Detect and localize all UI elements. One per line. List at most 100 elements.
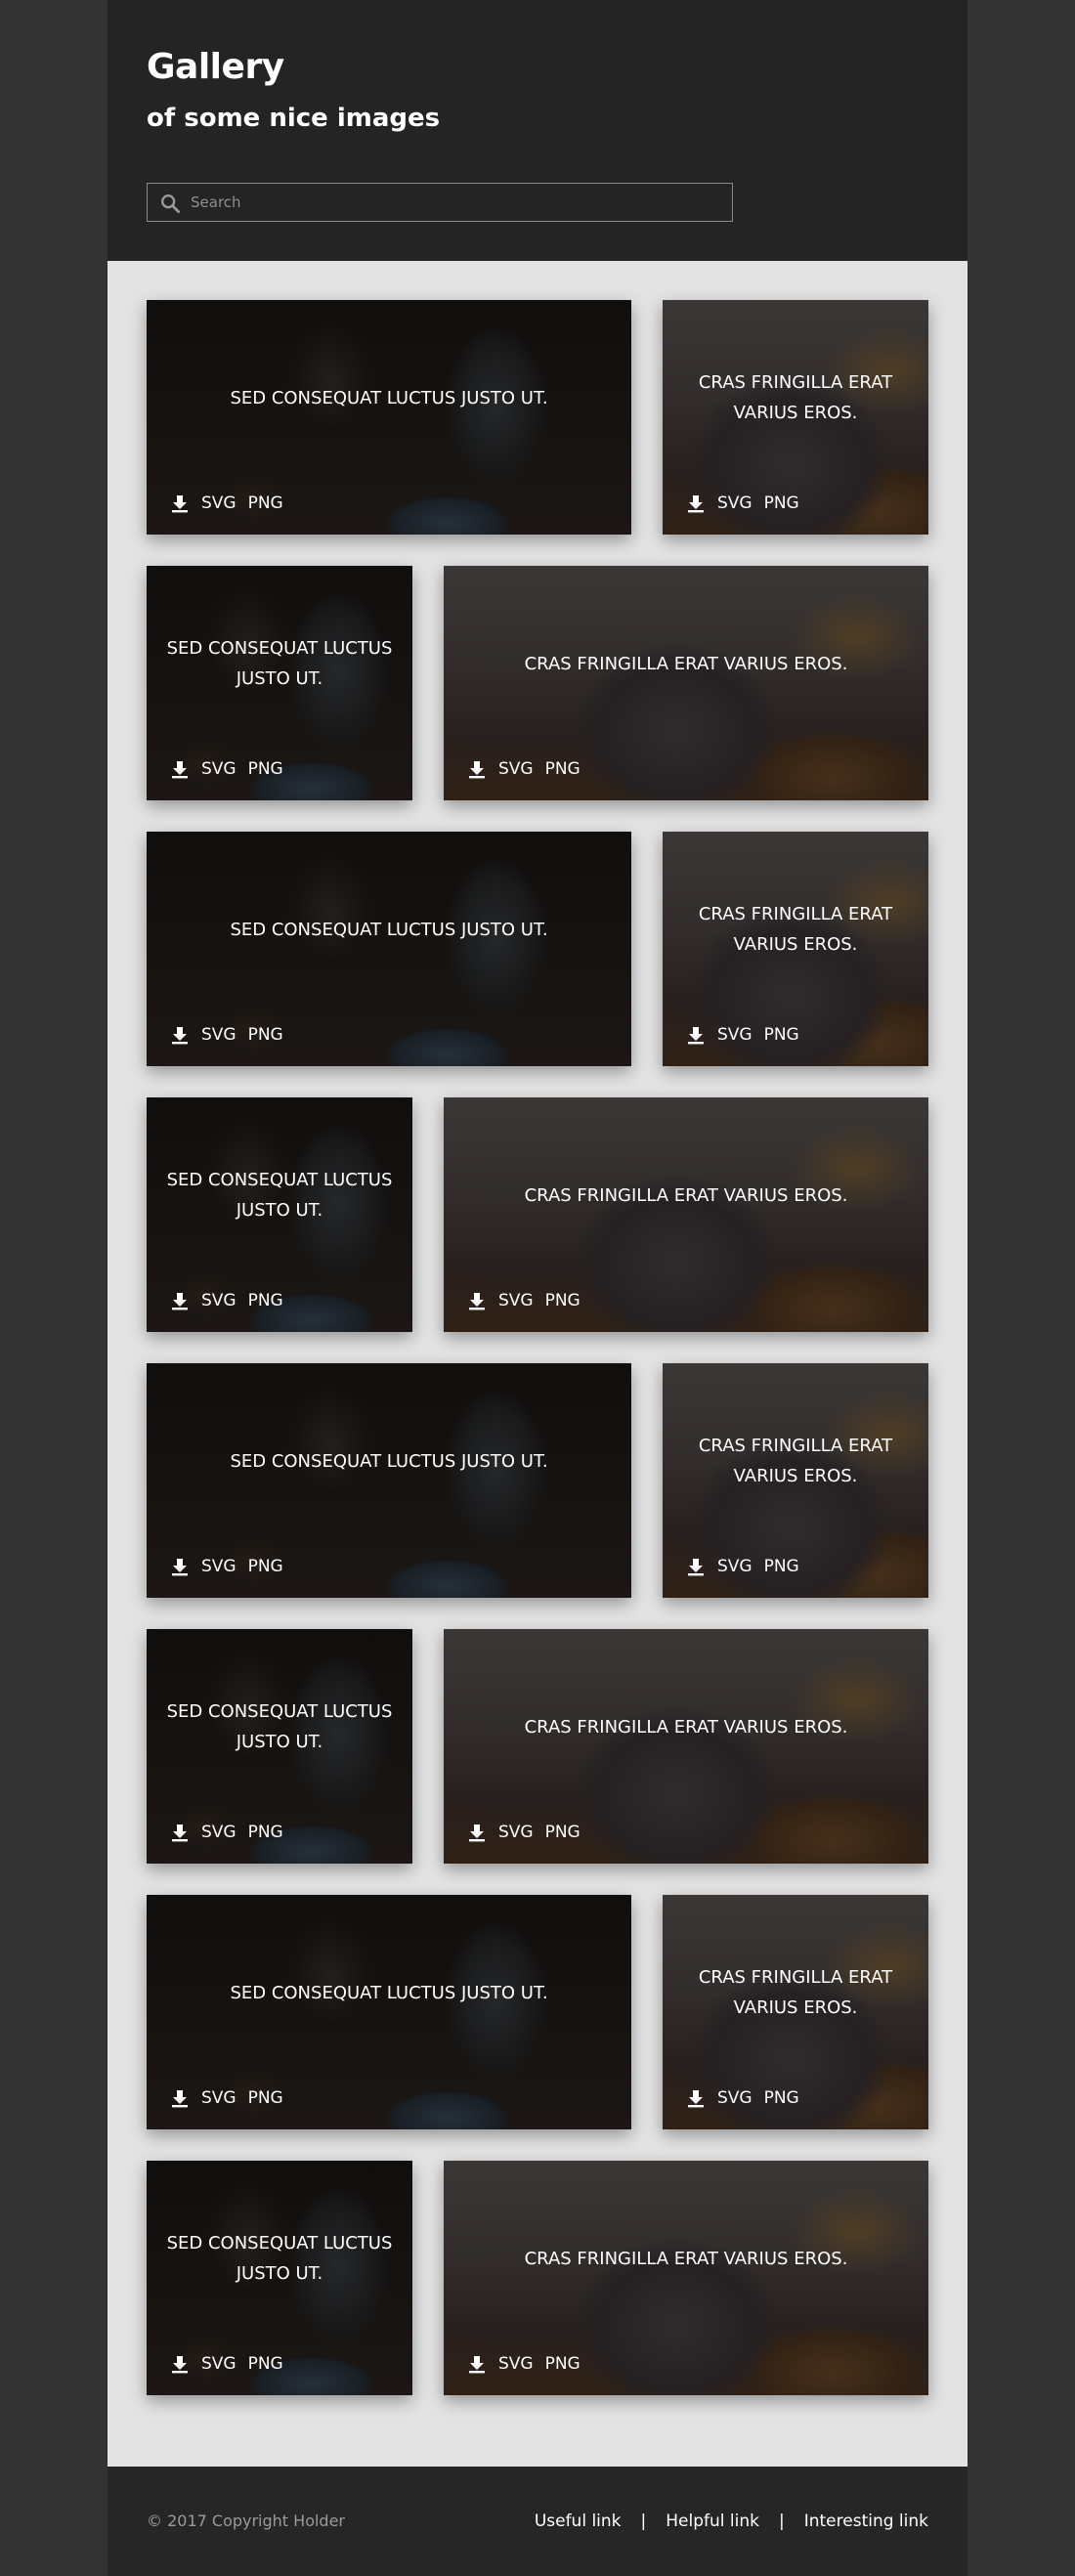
gallery-card[interactable]: CRAS FRINGILLA ERAT VARIUS EROS. SVG PNG	[444, 566, 928, 800]
download-options: SVG PNG	[170, 1025, 283, 1045]
footer-links: Useful link | Helpful link | Interesting…	[535, 2512, 928, 2531]
download-options: SVG PNG	[170, 494, 283, 513]
card-caption: SED CONSEQUAT LUCTUS JUSTO UT.	[166, 638, 393, 689]
search-box[interactable]	[147, 183, 733, 222]
card-caption: CRAS FRINGILLA ERAT VARIUS EROS.	[698, 372, 893, 423]
footer-separator: |	[640, 2512, 647, 2531]
download-svg-link[interactable]: SVG	[201, 759, 236, 779]
download-icon[interactable]	[170, 2088, 190, 2108]
download-svg-link[interactable]: SVG	[498, 1823, 534, 1842]
download-png-link[interactable]: PNG	[545, 1291, 580, 1310]
download-png-link[interactable]: PNG	[248, 1291, 283, 1310]
gallery-card[interactable]: SED CONSEQUAT LUCTUS JUSTO UT. SVG PNG	[147, 1363, 631, 1598]
download-svg-link[interactable]: SVG	[201, 1557, 236, 1576]
download-icon[interactable]	[686, 494, 706, 513]
download-svg-link[interactable]: SVG	[498, 759, 534, 779]
page-subtitle: of some nice images	[147, 104, 441, 133]
download-png-link[interactable]: PNG	[545, 759, 580, 779]
gallery-card[interactable]: CRAS FRINGILLA ERAT VARIUS EROS. SVG PNG	[663, 300, 928, 535]
download-svg-link[interactable]: SVG	[201, 2354, 236, 2374]
download-icon[interactable]	[467, 1823, 487, 1842]
gallery-card[interactable]: SED CONSEQUAT LUCTUS JUSTO UT. SVG PNG	[147, 1629, 412, 1864]
card-caption: SED CONSEQUAT LUCTUS JUSTO UT.	[166, 1701, 393, 1752]
download-svg-link[interactable]: SVG	[717, 2088, 752, 2108]
download-svg-link[interactable]: SVG	[201, 2088, 236, 2108]
download-png-link[interactable]: PNG	[248, 1823, 283, 1842]
card-caption: CRAS FRINGILLA ERAT VARIUS EROS.	[524, 653, 848, 674]
download-svg-link[interactable]: SVG	[717, 1025, 752, 1045]
page-title: Gallery	[147, 47, 284, 87]
gallery-card[interactable]: CRAS FRINGILLA ERAT VARIUS EROS. SVG PNG	[663, 1895, 928, 2129]
download-svg-link[interactable]: SVG	[717, 494, 752, 513]
download-icon[interactable]	[170, 1291, 190, 1310]
search-icon	[161, 194, 181, 214]
download-png-link[interactable]: PNG	[248, 494, 283, 513]
download-svg-link[interactable]: SVG	[717, 1557, 752, 1576]
gallery-row: SED CONSEQUAT LUCTUS JUSTO UT. SVG PNG CRAS…	[147, 1895, 928, 2129]
download-icon[interactable]	[170, 2354, 190, 2374]
gallery-card[interactable]: SED CONSEQUAT LUCTUS JUSTO UT. SVG PNG	[147, 2161, 412, 2395]
gallery-card[interactable]: CRAS FRINGILLA ERAT VARIUS EROS. SVG PNG	[663, 832, 928, 1066]
gallery-card[interactable]: SED CONSEQUAT LUCTUS JUSTO UT. SVG PNG	[147, 1097, 412, 1332]
download-icon[interactable]	[686, 2088, 706, 2108]
header: Gallery of some nice images	[108, 0, 968, 261]
card-caption: SED CONSEQUAT LUCTUS JUSTO UT.	[230, 919, 548, 940]
gallery-row: SED CONSEQUAT LUCTUS JUSTO UT. SVG PNG CRAS…	[147, 2161, 928, 2395]
download-png-link[interactable]: PNG	[764, 1025, 799, 1045]
download-icon[interactable]	[170, 1557, 190, 1576]
gallery-row: SED CONSEQUAT LUCTUS JUSTO UT. SVG PNG CRAS…	[147, 832, 928, 1066]
download-icon[interactable]	[686, 1025, 706, 1045]
gallery-card[interactable]: SED CONSEQUAT LUCTUS JUSTO UT. SVG PNG	[147, 300, 631, 535]
download-png-link[interactable]: PNG	[248, 2088, 283, 2108]
card-caption: CRAS FRINGILLA ERAT VARIUS EROS.	[698, 1436, 893, 1486]
gallery-card[interactable]: CRAS FRINGILLA ERAT VARIUS EROS. SVG PNG	[444, 2161, 928, 2395]
gallery-row: SED CONSEQUAT LUCTUS JUSTO UT. SVG PNG CRAS…	[147, 300, 928, 535]
gallery-card[interactable]: SED CONSEQUAT LUCTUS JUSTO UT. SVG PNG	[147, 1895, 631, 2129]
gallery-row: SED CONSEQUAT LUCTUS JUSTO UT. SVG PNG CRAS…	[147, 566, 928, 800]
download-png-link[interactable]: PNG	[545, 1823, 580, 1842]
download-svg-link[interactable]: SVG	[498, 1291, 534, 1310]
download-options: SVG PNG	[467, 1291, 580, 1310]
download-svg-link[interactable]: SVG	[201, 494, 236, 513]
card-caption: SED CONSEQUAT LUCTUS JUSTO UT.	[230, 1450, 548, 1472]
download-icon[interactable]	[170, 759, 190, 779]
download-icon[interactable]	[170, 1823, 190, 1842]
download-png-link[interactable]: PNG	[248, 759, 283, 779]
download-icon[interactable]	[467, 759, 487, 779]
download-options: SVG PNG	[170, 2088, 283, 2108]
download-icon[interactable]	[467, 2354, 487, 2374]
card-caption: SED CONSEQUAT LUCTUS JUSTO UT.	[166, 1170, 393, 1221]
download-png-link[interactable]: PNG	[764, 2088, 799, 2108]
download-png-link[interactable]: PNG	[248, 1025, 283, 1045]
footer-link-interesting[interactable]: Interesting link	[804, 2512, 928, 2531]
download-icon[interactable]	[170, 494, 190, 513]
download-png-link[interactable]: PNG	[764, 494, 799, 513]
gallery-row: SED CONSEQUAT LUCTUS JUSTO UT. SVG PNG CRAS…	[147, 1363, 928, 1598]
gallery-card[interactable]: SED CONSEQUAT LUCTUS JUSTO UT. SVG PNG	[147, 566, 412, 800]
download-png-link[interactable]: PNG	[545, 2354, 580, 2374]
download-icon[interactable]	[686, 1557, 706, 1576]
gallery-card[interactable]: SED CONSEQUAT LUCTUS JUSTO UT. SVG PNG	[147, 832, 631, 1066]
gallery-card[interactable]: CRAS FRINGILLA ERAT VARIUS EROS. SVG PNG	[444, 1097, 928, 1332]
card-caption: CRAS FRINGILLA ERAT VARIUS EROS.	[524, 1184, 848, 1206]
download-svg-link[interactable]: SVG	[498, 2354, 534, 2374]
download-icon[interactable]	[170, 1025, 190, 1045]
card-caption: CRAS FRINGILLA ERAT VARIUS EROS.	[524, 2248, 848, 2269]
footer-separator: |	[778, 2512, 785, 2531]
download-icon[interactable]	[467, 1291, 487, 1310]
download-svg-link[interactable]: SVG	[201, 1291, 236, 1310]
download-png-link[interactable]: PNG	[764, 1557, 799, 1576]
footer-link-helpful[interactable]: Helpful link	[666, 2512, 759, 2531]
download-options: SVG PNG	[170, 1557, 283, 1576]
search-input[interactable]	[191, 184, 718, 221]
gallery-row: SED CONSEQUAT LUCTUS JUSTO UT. SVG PNG CRAS…	[147, 1097, 928, 1332]
download-svg-link[interactable]: SVG	[201, 1025, 236, 1045]
gallery-card[interactable]: CRAS FRINGILLA ERAT VARIUS EROS. SVG PNG	[444, 1629, 928, 1864]
gallery-card[interactable]: CRAS FRINGILLA ERAT VARIUS EROS. SVG PNG	[663, 1363, 928, 1598]
download-png-link[interactable]: PNG	[248, 2354, 283, 2374]
footer-link-useful[interactable]: Useful link	[535, 2512, 622, 2531]
download-svg-link[interactable]: SVG	[201, 1823, 236, 1842]
download-png-link[interactable]: PNG	[248, 1557, 283, 1576]
download-options: SVG PNG	[467, 1823, 580, 1842]
card-caption: SED CONSEQUAT LUCTUS JUSTO UT.	[230, 1982, 548, 2003]
